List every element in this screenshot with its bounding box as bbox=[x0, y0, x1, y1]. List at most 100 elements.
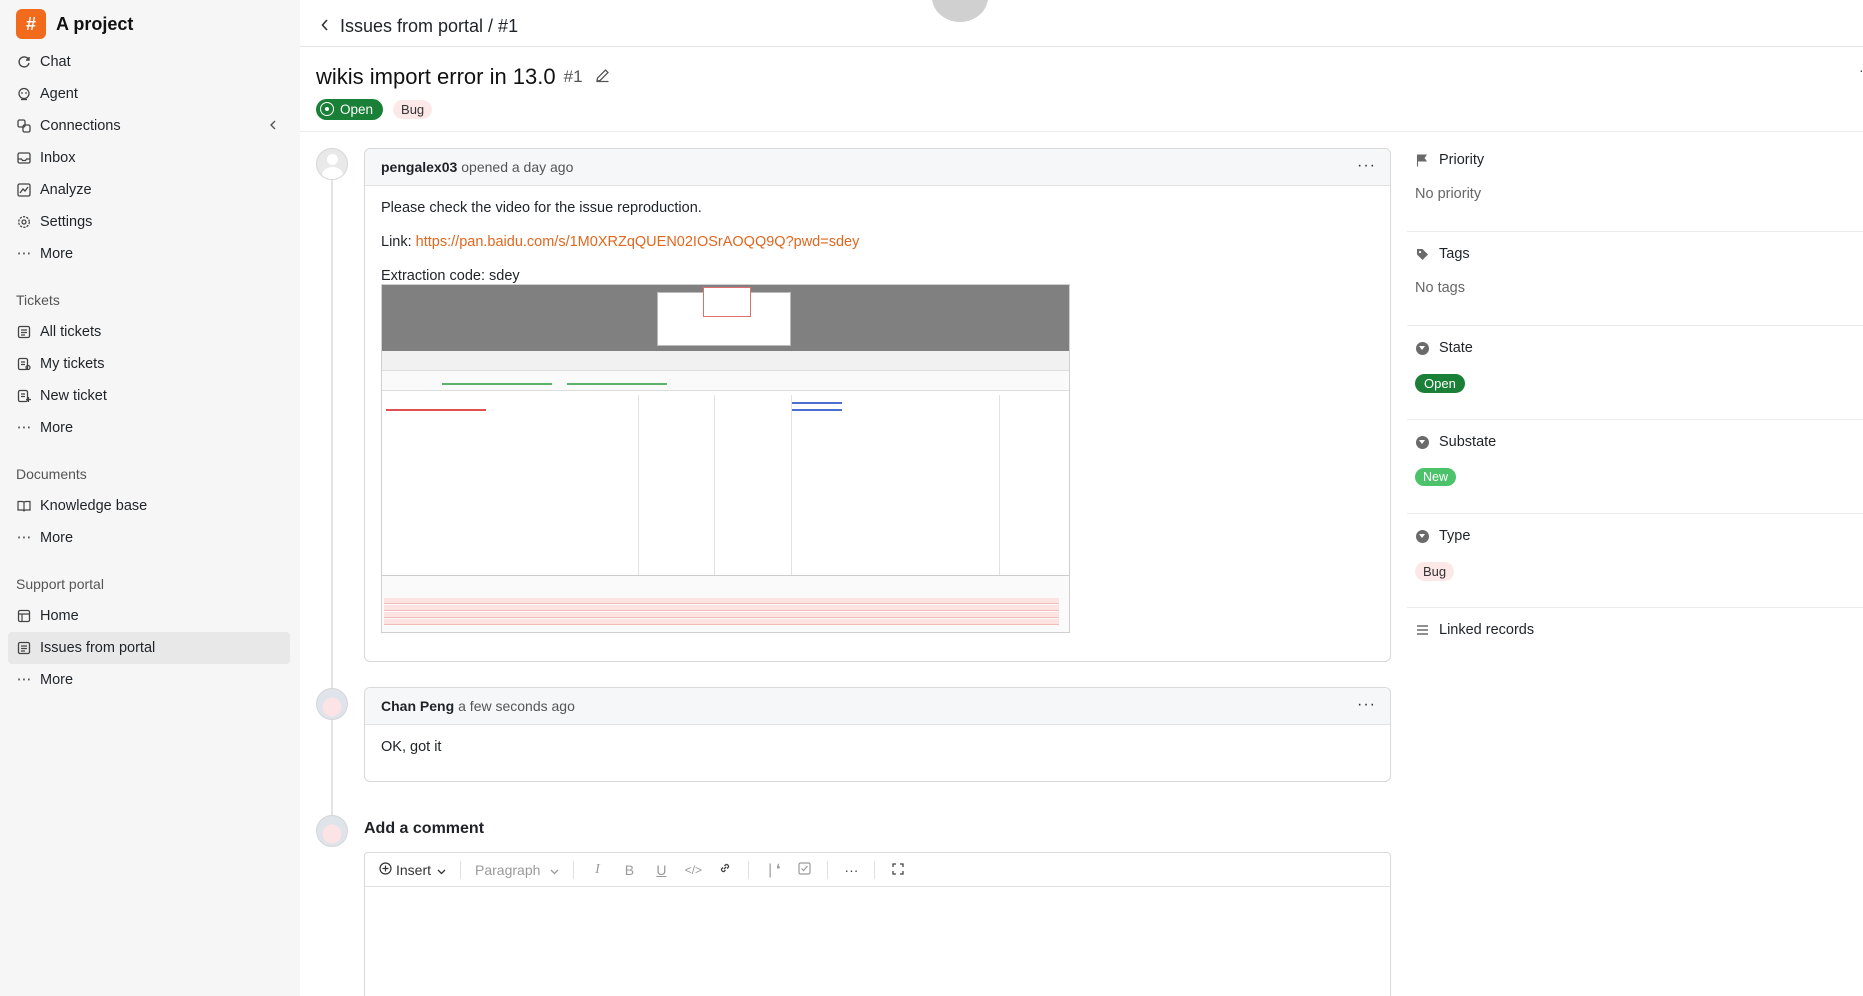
sidebar-item-all-tickets[interactable]: All tickets bbox=[8, 316, 290, 348]
my-tickets-icon bbox=[16, 356, 32, 372]
sidebar-item-label: More bbox=[40, 420, 74, 436]
link-icon[interactable] bbox=[716, 861, 734, 878]
comment-link[interactable]: https://pan.baidu.com/s/1M0XRZqQUEN02IOS… bbox=[416, 234, 860, 250]
sidebar-item-agent[interactable]: Agent bbox=[8, 78, 290, 110]
checkbox-list-icon[interactable] bbox=[795, 861, 813, 878]
comment-card: Chan Peng a few seconds ago ··· OK, got … bbox=[364, 687, 1391, 782]
linked-records-label: Linked records bbox=[1439, 622, 1535, 638]
sidebar-item-knowledge-base[interactable]: Knowledge base bbox=[8, 490, 290, 522]
sidebar-item-issues-from-portal[interactable]: Issues from portal bbox=[8, 632, 290, 664]
main-content: Issues from portal / #1 · wikis import e… bbox=[300, 0, 1863, 996]
sidebar-item-new-ticket[interactable]: New ticket bbox=[8, 380, 290, 412]
more-icon: ⋯ bbox=[16, 420, 32, 436]
project-header[interactable]: # A project bbox=[16, 8, 133, 40]
chevron-down-icon bbox=[550, 862, 559, 878]
sidebar-item-label: Analyze bbox=[40, 182, 92, 198]
italic-icon[interactable]: I bbox=[588, 862, 606, 878]
top-bar: Issues from portal / #1 bbox=[300, 6, 1863, 47]
fullscreen-icon[interactable] bbox=[889, 862, 907, 878]
type-property[interactable]: Type Bug bbox=[1407, 514, 1863, 608]
priority-value[interactable]: No priority bbox=[1407, 182, 1863, 231]
code-icon[interactable]: </> bbox=[684, 863, 702, 877]
sidebar-item-tickets-more[interactable]: ⋯ More bbox=[8, 412, 290, 444]
sidebar-item-label: More bbox=[40, 246, 74, 262]
comment-author[interactable]: Chan Peng bbox=[381, 698, 454, 714]
properties-panel: Priority No priority Tags No tags State … bbox=[1407, 138, 1863, 652]
avatar[interactable] bbox=[316, 688, 348, 720]
comment-editor[interactable]: Insert Paragraph I B U </> ❘❛ ··· bbox=[364, 852, 1391, 996]
ticket-list-icon bbox=[16, 324, 32, 340]
linked-records-label-row: Linked records bbox=[1407, 608, 1863, 652]
back-chevron-icon[interactable] bbox=[320, 18, 330, 35]
inbox-icon bbox=[16, 150, 32, 166]
sidebar-item-settings[interactable]: Settings bbox=[8, 206, 290, 238]
substate-property[interactable]: Substate New bbox=[1407, 420, 1863, 514]
home-icon bbox=[16, 608, 32, 624]
quote-icon[interactable]: ❘❛ bbox=[763, 861, 781, 878]
insert-label: Insert bbox=[396, 861, 432, 878]
sidebar-item-my-tickets[interactable]: My tickets bbox=[8, 348, 290, 380]
underline-icon[interactable]: U bbox=[652, 862, 670, 878]
tags-value[interactable]: No tags bbox=[1407, 276, 1863, 325]
state-value[interactable]: Open bbox=[1407, 370, 1863, 419]
issue-title: wikis import error in 13.0 bbox=[316, 64, 556, 89]
priority-property[interactable]: Priority No priority bbox=[1407, 138, 1863, 232]
comment-link-line: Link: https://pan.baidu.com/s/1M0XRZqQUE… bbox=[381, 232, 1374, 252]
linked-records-property[interactable]: Linked records bbox=[1407, 608, 1863, 652]
comment-text: Please check the video for the issue rep… bbox=[381, 200, 702, 216]
comment-menu-icon[interactable]: ··· bbox=[1357, 696, 1376, 714]
link-prefix: Link: bbox=[381, 234, 416, 250]
collapse-sidebar-icon[interactable] bbox=[268, 118, 278, 134]
state-label: State bbox=[1439, 340, 1473, 356]
comment-author[interactable]: pengalex03 bbox=[381, 159, 457, 175]
sidebar-item-inbox[interactable]: Inbox bbox=[8, 142, 290, 174]
label-badge: Bug bbox=[393, 100, 433, 119]
insert-button[interactable]: Insert bbox=[379, 862, 446, 878]
paragraph-style-select[interactable]: Paragraph bbox=[475, 862, 559, 878]
more-options-icon[interactable]: ··· bbox=[842, 862, 860, 878]
comment-text: Extraction code: sdey bbox=[381, 268, 520, 284]
state-property[interactable]: State Open bbox=[1407, 326, 1863, 420]
type-chip: Bug bbox=[1415, 562, 1455, 581]
type-value[interactable]: Bug bbox=[1407, 558, 1863, 607]
sidebar-item-portal-more[interactable]: ⋯ More bbox=[8, 664, 290, 696]
sidebar-item-label: New ticket bbox=[40, 388, 107, 404]
priority-label: Priority bbox=[1439, 152, 1485, 168]
more-icon: ⋯ bbox=[16, 530, 32, 546]
sidebar-item-label: All tickets bbox=[40, 324, 102, 340]
more-icon: ⋯ bbox=[16, 672, 32, 688]
sidebar-item-more[interactable]: ⋯ More bbox=[8, 238, 290, 270]
add-comment-title: Add a comment bbox=[364, 820, 485, 837]
avatar[interactable] bbox=[316, 148, 348, 180]
tags-property[interactable]: Tags No tags bbox=[1407, 232, 1863, 326]
priority-label-row: Priority bbox=[1407, 138, 1863, 182]
sidebar-item-label: Inbox bbox=[40, 150, 76, 166]
editor-toolbar: Insert Paragraph I B U </> ❘❛ ··· bbox=[365, 853, 1390, 887]
sidebar-item-analyze[interactable]: Analyze bbox=[8, 174, 290, 206]
chevron-circle-icon bbox=[1415, 341, 1429, 355]
state-chip: Open bbox=[1415, 374, 1465, 393]
bold-icon[interactable]: B bbox=[620, 862, 638, 878]
breadcrumb[interactable]: Issues from portal / #1 bbox=[340, 16, 518, 37]
toolbar-separator bbox=[573, 860, 575, 879]
comment-menu-icon[interactable]: ··· bbox=[1357, 157, 1376, 175]
tags-label: Tags bbox=[1439, 246, 1470, 262]
attached-screenshot[interactable] bbox=[381, 284, 1070, 633]
chat-icon bbox=[16, 54, 32, 70]
sidebar-item-home[interactable]: Home bbox=[8, 600, 290, 632]
comment-meta: a few seconds ago bbox=[458, 698, 575, 714]
page-more-icon[interactable]: · bbox=[1859, 62, 1863, 78]
sidebar-item-label: More bbox=[40, 530, 74, 546]
substate-value[interactable]: New bbox=[1407, 464, 1863, 513]
project-logo-icon: # bbox=[16, 9, 46, 39]
paragraph-label: Paragraph bbox=[475, 861, 541, 878]
comment-meta: opened a day ago bbox=[461, 159, 574, 175]
sidebar-item-chat[interactable]: Chat bbox=[8, 46, 290, 78]
toolbar-separator bbox=[748, 860, 750, 879]
sidebar-item-label: Settings bbox=[40, 214, 93, 230]
sidebar-item-documents-more[interactable]: ⋯ More bbox=[8, 522, 290, 554]
edit-pencil-icon[interactable] bbox=[595, 68, 610, 86]
sidebar-item-connections[interactable]: Connections bbox=[8, 110, 290, 142]
issues-list-icon bbox=[16, 640, 32, 656]
substate-label: Substate bbox=[1439, 434, 1497, 450]
